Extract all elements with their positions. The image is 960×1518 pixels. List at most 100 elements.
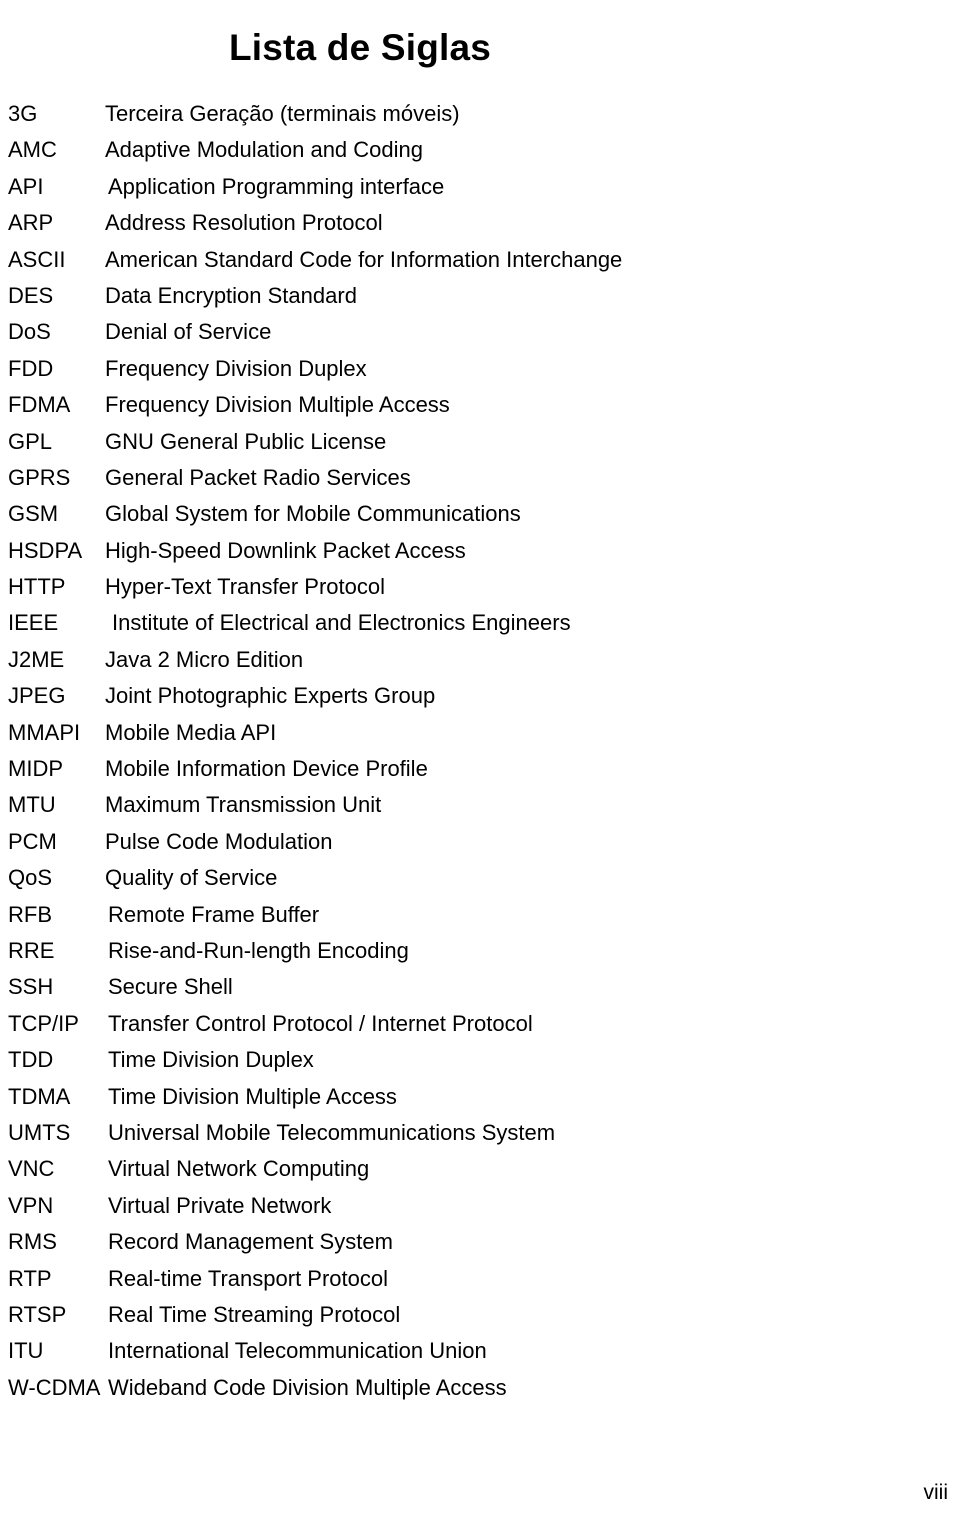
acronym-row: TDMA Time Division Multiple Access xyxy=(0,1079,960,1115)
acronym-row: MIDP Mobile Information Device Profile xyxy=(0,751,960,787)
acronym-definition: International Telecommunication Union xyxy=(108,1338,487,1364)
acronym-term: MIDP xyxy=(8,756,63,782)
acronym-term: W-CDMA xyxy=(8,1374,101,1400)
acronym-term: 3G xyxy=(8,101,38,126)
acronym-term: JPEG xyxy=(8,683,66,709)
acronym-definition: Global System for Mobile Communications xyxy=(105,501,521,527)
acronym-row: PCM Pulse Code Modulation xyxy=(0,824,960,860)
acronym-row: RRE Rise-and-Run-length Encoding xyxy=(0,933,960,969)
acronym-row: MMAPI Mobile Media API xyxy=(0,715,960,751)
acronym-row: UMTS Universal Mobile Telecommunications … xyxy=(0,1115,960,1151)
acronym-definition: Frequency Division Duplex xyxy=(105,355,367,381)
acronym-term: MMAPI xyxy=(8,719,81,745)
acronym-definition: Mobile Media API xyxy=(105,719,277,745)
acronym-term: IEEE xyxy=(8,610,59,636)
acronym-row: TCP/IP Transfer Control Protocol / Intern… xyxy=(0,1006,960,1042)
acronym-definition: Denial of Service xyxy=(105,319,272,345)
acronym-term: RFB xyxy=(8,901,52,927)
acronym-definition: Institute of Electrical and Electronics … xyxy=(112,610,571,636)
acronym-term: RTSP xyxy=(8,1301,67,1327)
acronym-row: W-CDMA Wideband Code Division Multiple Ac… xyxy=(0,1370,960,1406)
acronym-definition: American Standard Code for Information I… xyxy=(105,246,623,272)
acronym-row: RMS Record Management System xyxy=(0,1224,960,1260)
acronym-definition: Record Management System xyxy=(108,1229,393,1255)
acronym-row: 3G Terceira Geração (terminais móveis) xyxy=(0,96,960,132)
acronym-row: TDD Time Division Duplex xyxy=(0,1042,960,1078)
acronym-term: UMTS xyxy=(8,1119,71,1145)
acronym-term: ARP xyxy=(8,210,54,236)
acronym-row: MTU Maximum Transmission Unit xyxy=(0,787,960,823)
acronym-term: PCM xyxy=(8,828,57,854)
acronym-term: GSM xyxy=(8,501,59,527)
acronym-row: ASCII American Standard Code for Informat… xyxy=(0,242,960,278)
acronym-term: MTU xyxy=(8,792,56,818)
acronym-term: FDMA xyxy=(8,392,71,418)
acronym-row: AMC Adaptive Modulation and Coding xyxy=(0,132,960,168)
acronym-term: RMS xyxy=(8,1229,57,1255)
acronym-definition: Mobile Information Device Profile xyxy=(105,756,428,782)
acronym-term: TCP/IP xyxy=(8,1010,79,1036)
acronym-term: AMC xyxy=(8,137,57,163)
acronym-definition: Time Division Multiple Access xyxy=(108,1083,397,1109)
acronym-row: JPEG Joint Photographic Experts Group xyxy=(0,678,960,714)
acronym-term: ASCII xyxy=(8,246,66,272)
acronym-definition: Virtual Network Computing xyxy=(108,1156,370,1182)
acronym-definition: Adaptive Modulation and Coding xyxy=(105,137,424,163)
acronym-row: RFB Remote Frame Buffer xyxy=(0,897,960,933)
acronym-row: API Application Programming interface xyxy=(0,169,960,205)
acronym-definition: Frequency Division Multiple Access xyxy=(105,392,450,418)
page-title: Lista de Siglas xyxy=(228,26,492,68)
acronym-row: FDD Frequency Division Duplex xyxy=(0,351,960,387)
acronym-term: VNC xyxy=(8,1156,55,1182)
acronym-term: TDMA xyxy=(8,1083,71,1109)
acronym-term: SSH xyxy=(8,974,54,1000)
acronym-term: DES xyxy=(8,282,54,308)
acronym-term: RTP xyxy=(8,1265,52,1291)
acronym-definition: Hyper-Text Transfer Protocol xyxy=(105,574,385,600)
acronym-term: VPN xyxy=(8,1192,54,1218)
acronym-row: IEEE Institute of Electrical and Electron… xyxy=(0,605,960,641)
acronym-definition: Joint Photographic Experts Group xyxy=(105,683,436,709)
acronym-row: J2ME Java 2 Micro Edition xyxy=(0,642,960,678)
acronym-definition: Data Encryption Standard xyxy=(105,282,357,308)
acronym-row: ARP Address Resolution Protocol xyxy=(0,205,960,241)
acronym-row: DES Data Encryption Standard xyxy=(0,278,960,314)
acronym-row: HSDPA High-Speed Downlink Packet Access xyxy=(0,533,960,569)
acronym-definition: Real-time Transport Protocol xyxy=(108,1265,388,1291)
acronym-row: DoS Denial of Service xyxy=(0,314,960,350)
acronym-row: GPRS General Packet Radio Services xyxy=(0,460,960,496)
acronym-row: SSH Secure Shell xyxy=(0,969,960,1005)
acronym-definition: Wideband Code Division Multiple Access xyxy=(108,1374,507,1400)
acronym-term: HSDPA xyxy=(8,537,83,563)
document-page: Lista de Siglas 3G Terceira Geração (term… xyxy=(0,0,960,1518)
acronym-definition: Maximum Transmission Unit xyxy=(105,792,382,818)
acronym-definition: Rise-and-Run-length Encoding xyxy=(108,937,409,963)
acronym-definition: Java 2 Micro Edition xyxy=(105,646,304,672)
acronym-definition: Application Programming interface xyxy=(108,173,445,199)
acronym-term: RRE xyxy=(8,937,55,963)
acronym-definition: Quality of Service xyxy=(105,865,278,891)
acronym-definition: Real Time Streaming Protocol xyxy=(108,1301,401,1327)
acronym-row: RTSP Real Time Streaming Protocol xyxy=(0,1297,960,1333)
acronym-term: API xyxy=(8,173,44,199)
acronym-definition: General Packet Radio Services xyxy=(105,464,411,490)
acronym-definition: Transfer Control Protocol / Internet Pro… xyxy=(108,1010,533,1036)
acronym-term: GPL xyxy=(8,428,53,454)
page-number: viii xyxy=(923,1481,949,1504)
acronym-row: FDMA Frequency Division Multiple Access xyxy=(0,387,960,423)
acronym-definition: Terceira Geração (terminais móveis) xyxy=(105,101,460,126)
acronym-definition: Pulse Code Modulation xyxy=(105,828,333,854)
acronym-row: ITU International Telecommunication Union xyxy=(0,1333,960,1369)
acronym-definition: Secure Shell xyxy=(108,974,233,1000)
acronym-definition: Universal Mobile Telecommunications Syst… xyxy=(108,1119,556,1145)
acronym-term: HTTP xyxy=(8,574,66,600)
acronym-row: VPN Virtual Private Network xyxy=(0,1188,960,1224)
acronym-term: GPRS xyxy=(8,464,71,490)
acronym-definition: GNU General Public License xyxy=(105,428,387,454)
acronym-definition: Time Division Duplex xyxy=(108,1047,314,1073)
acronym-definition: High-Speed Downlink Packet Access xyxy=(105,537,466,563)
acronym-term: ITU xyxy=(8,1338,44,1364)
acronym-row: GSM Global System for Mobile Communicatio… xyxy=(0,496,960,532)
acronym-row: QoS Quality of Service xyxy=(0,860,960,896)
acronym-list: 3G Terceira Geração (terminais móveis) AMC… xyxy=(0,96,960,1406)
